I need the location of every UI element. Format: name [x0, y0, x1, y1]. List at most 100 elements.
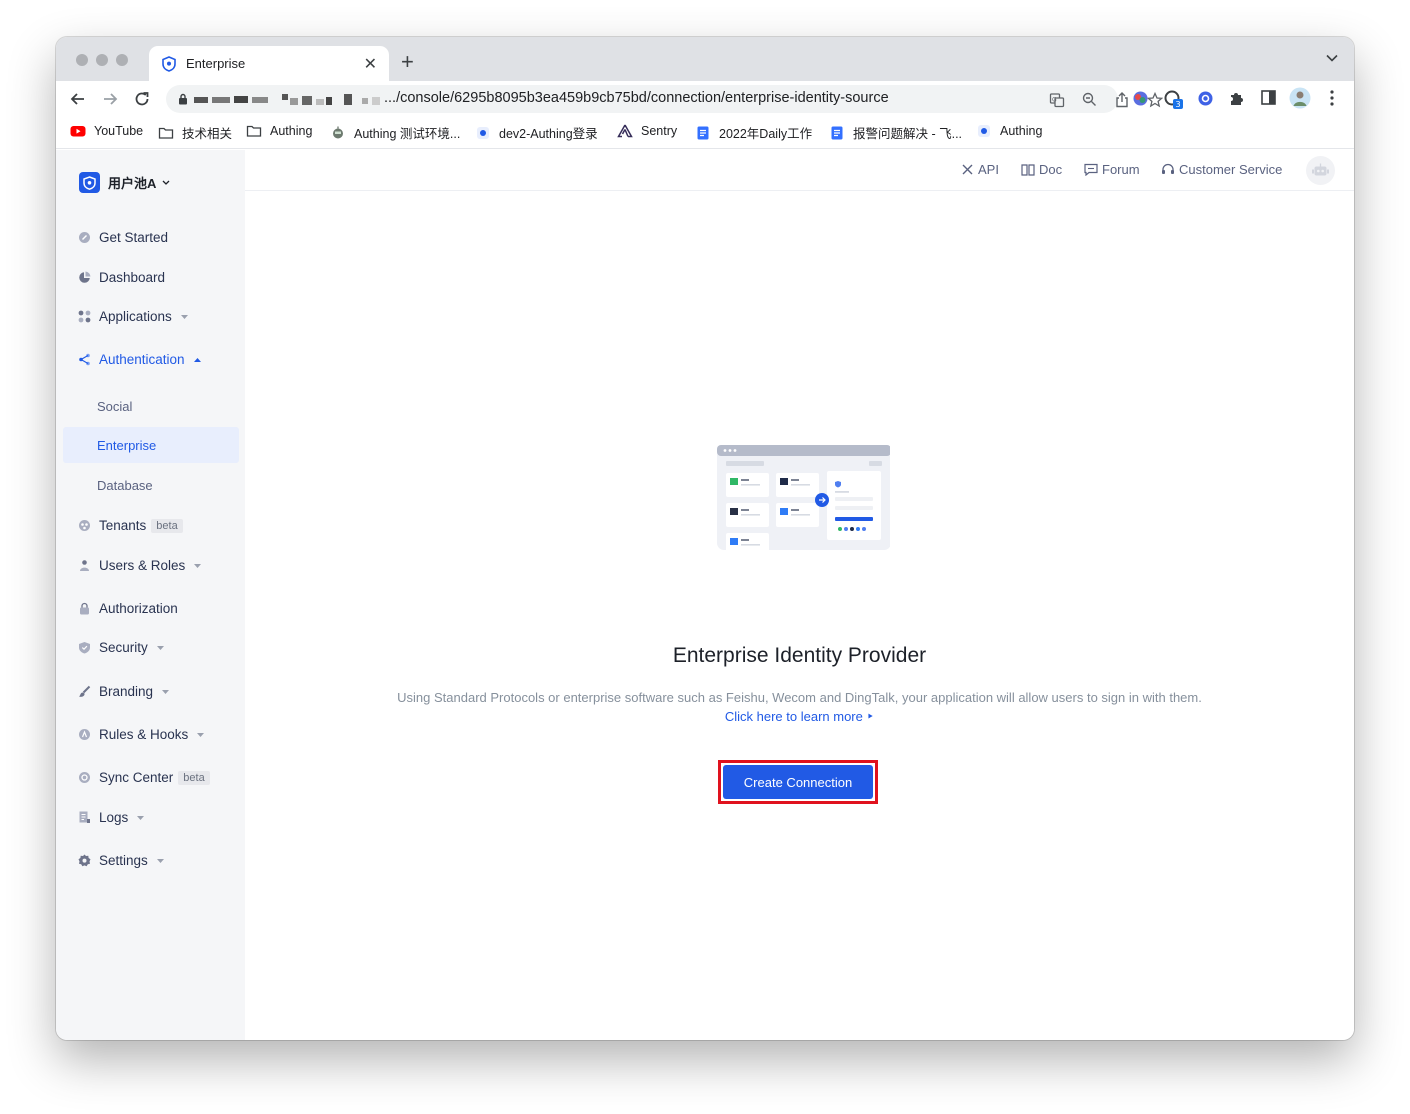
- sidebar-item-social[interactable]: Social: [63, 388, 239, 424]
- bookmark-authing[interactable]: Authing: [976, 123, 1042, 139]
- puzzle-extensions-icon[interactable]: [1229, 90, 1245, 106]
- sidebar-item-rules-hooks[interactable]: Rules & Hooks: [78, 727, 205, 742]
- sidebar-item-database[interactable]: Database: [63, 467, 239, 503]
- bookmark-sentry[interactable]: Sentry: [617, 123, 677, 139]
- forum-link[interactable]: Forum: [1084, 162, 1140, 177]
- user-pool-switcher[interactable]: 用户池A: [79, 172, 170, 193]
- sidebar-item-authorization[interactable]: Authorization: [78, 601, 178, 616]
- apps-grid-icon: [78, 310, 91, 323]
- customer-service-link[interactable]: Customer Service: [1161, 162, 1282, 177]
- user-pool-name: 用户池A: [108, 176, 157, 191]
- sidebar-item-branding[interactable]: Branding: [78, 684, 170, 699]
- browser-window: Enterprise ✕ + .../console/6295b8095b3ea…: [56, 37, 1354, 1040]
- beta-badge: beta: [151, 518, 183, 533]
- enterprise-connection-illustration: [717, 445, 890, 557]
- pie-chart-icon: [79, 271, 91, 283]
- doc-icon: [697, 126, 709, 139]
- tab-strip: Enterprise ✕ +: [56, 37, 1354, 81]
- console-topbar: API Doc Forum Customer Service: [245, 150, 1354, 191]
- authing-icon: [477, 126, 489, 139]
- robot-icon: [333, 126, 343, 138]
- create-connection-button[interactable]: Create Connection: [723, 765, 873, 799]
- extension-badge-icon[interactable]: 3: [1164, 90, 1186, 110]
- tab-close-icon[interactable]: ✕: [364, 54, 377, 74]
- empty-state-description: Using Standard Protocols or enterprise s…: [397, 690, 1202, 705]
- document-list-icon: [79, 811, 90, 823]
- api-link[interactable]: API: [961, 162, 999, 177]
- svg-text:G: G: [1052, 97, 1057, 104]
- sidebar-item-logs[interactable]: Logs: [78, 810, 145, 825]
- bookmark-authing-test[interactable]: Authing 测试环境...: [330, 123, 460, 142]
- zoom-window-button[interactable]: [116, 54, 128, 66]
- caret-down-icon: [156, 858, 164, 863]
- caret-down-icon: [197, 732, 205, 737]
- browser-menu-icon[interactable]: [1330, 90, 1334, 106]
- lock-icon: [80, 602, 89, 615]
- blurred-url-host: [194, 94, 380, 105]
- sidebar-item-applications[interactable]: Applications: [78, 309, 188, 324]
- extension-globe-icon[interactable]: [1132, 90, 1149, 107]
- extension-at-icon[interactable]: [1197, 90, 1214, 107]
- paint-brush-icon: [79, 685, 91, 697]
- shield-icon: [79, 642, 90, 654]
- new-tab-button[interactable]: +: [401, 51, 414, 73]
- profile-avatar-icon[interactable]: [1289, 87, 1311, 109]
- authing-logo-icon: [79, 172, 100, 193]
- caret-down-icon: [137, 815, 145, 820]
- authing-shield-icon: [162, 55, 176, 72]
- rocket-icon: [79, 232, 90, 243]
- share-icon[interactable]: [1115, 92, 1129, 108]
- bookmark-youtube[interactable]: YouTube: [70, 123, 143, 139]
- bookmark-daily-work[interactable]: 2022年Daily工作: [695, 123, 812, 142]
- zoom-icon[interactable]: [1082, 92, 1097, 107]
- back-arrow-icon[interactable]: [68, 89, 88, 109]
- sidebar-item-security[interactable]: Security: [78, 640, 164, 655]
- browser-toolbar: .../console/6295b8095b3ea459b9cb75bd/con…: [56, 81, 1354, 117]
- sidebar-item-users-roles[interactable]: Users & Roles: [78, 558, 202, 573]
- caret-down-icon: [180, 314, 188, 319]
- sidebar-item-sync-center[interactable]: Sync Center beta: [78, 770, 210, 785]
- forward-arrow-icon[interactable]: [100, 89, 120, 109]
- beta-badge: beta: [178, 770, 210, 785]
- address-bar[interactable]: .../console/6295b8095b3ea459b9cb75bd/con…: [166, 85, 1163, 113]
- user-avatar[interactable]: [1306, 156, 1335, 185]
- learn-more-link[interactable]: Click here to learn more ‣: [245, 709, 1354, 725]
- window-controls: [76, 54, 128, 66]
- bookmark-dev2-authing[interactable]: dev2-Authing登录: [475, 123, 598, 142]
- side-panel-icon[interactable]: [1261, 90, 1276, 105]
- sidebar: 用户池A Get Started Dashboard Applications …: [56, 150, 245, 1040]
- bookmark-alert-doc[interactable]: 报警问题解决 - 飞...: [829, 123, 962, 142]
- sidebar-item-get-started[interactable]: Get Started: [78, 230, 168, 245]
- tools-icon: [962, 164, 973, 175]
- chat-bubble-icon: [1084, 163, 1098, 176]
- share-nodes-icon: [79, 353, 90, 366]
- lock-icon: [179, 93, 187, 105]
- bookmark-folder-tech[interactable]: 技术相关: [158, 123, 232, 142]
- close-window-button[interactable]: [76, 54, 88, 66]
- reload-icon[interactable]: [132, 89, 152, 109]
- minimize-window-button[interactable]: [96, 54, 108, 66]
- caret-down-icon: [162, 689, 170, 694]
- empty-state-title: Enterprise Identity Provider: [672, 644, 927, 667]
- learn-more-label[interactable]: Click here to learn more ‣: [725, 709, 874, 724]
- book-icon: [1021, 164, 1035, 176]
- tab-title: Enterprise: [186, 56, 246, 71]
- headset-icon: [1162, 163, 1174, 174]
- tab-search-chevron-icon[interactable]: [1326, 54, 1338, 62]
- tenants-icon: [79, 520, 90, 531]
- caret-down-icon: [194, 563, 202, 568]
- sidebar-item-enterprise[interactable]: Enterprise: [63, 427, 239, 463]
- sidebar-item-settings[interactable]: Settings: [78, 853, 164, 868]
- sidebar-item-authentication[interactable]: Authentication: [78, 352, 201, 367]
- bookmark-folder-authing[interactable]: Authing: [246, 123, 312, 139]
- console-app: 用户池A Get Started Dashboard Applications …: [56, 150, 1354, 1040]
- folder-icon: [246, 125, 262, 137]
- sidebar-item-tenants[interactable]: Tenants beta: [78, 518, 183, 533]
- browser-tab-enterprise[interactable]: Enterprise ✕: [149, 46, 389, 81]
- doc-link[interactable]: Doc: [1021, 162, 1062, 177]
- chevron-down-icon: [162, 180, 170, 185]
- sidebar-item-dashboard[interactable]: Dashboard: [78, 270, 165, 285]
- bookmark-star-icon[interactable]: [1147, 92, 1163, 108]
- translate-icon[interactable]: G: [1049, 92, 1065, 108]
- folder-icon: [158, 127, 174, 139]
